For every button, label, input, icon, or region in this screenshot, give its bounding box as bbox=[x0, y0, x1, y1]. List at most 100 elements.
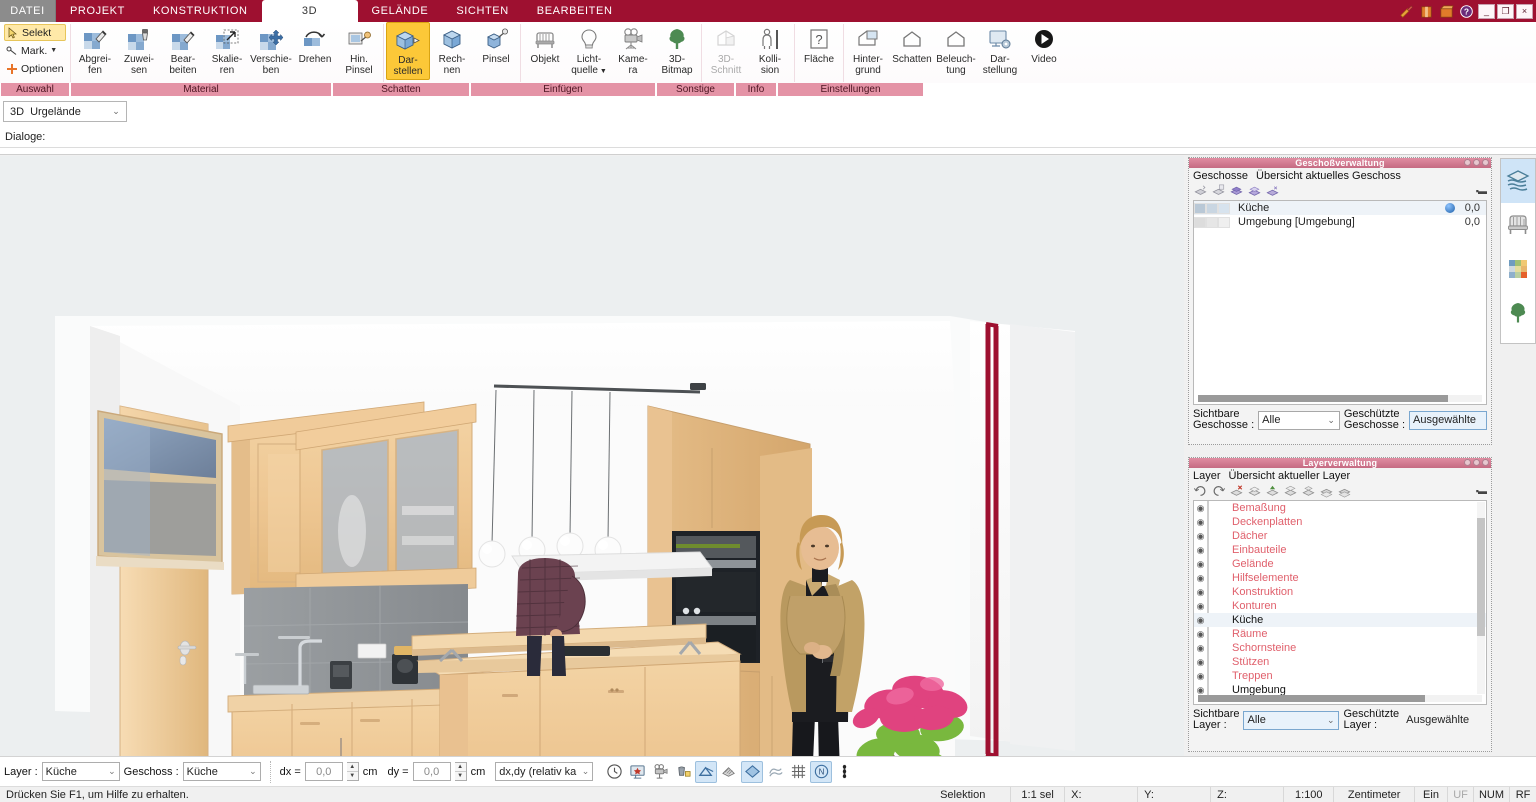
box-icon[interactable] bbox=[1439, 4, 1454, 19]
hatch-icon[interactable] bbox=[718, 761, 740, 783]
visibility-eye-icon[interactable]: ◉ bbox=[1194, 615, 1207, 626]
new-storey-icon[interactable] bbox=[1193, 184, 1208, 198]
ribbon-button-hintergrund[interactable]: Hinter-grund bbox=[846, 22, 890, 83]
lock-cell[interactable] bbox=[1207, 642, 1220, 654]
panel-menu-icon[interactable]: ▪▬ bbox=[1476, 486, 1486, 496]
visibility-eye-icon[interactable]: ◉ bbox=[1194, 643, 1207, 654]
ribbon-button-skalieren[interactable]: Skalie-ren bbox=[205, 22, 249, 83]
coordinate-mode-select[interactable]: dx,dy (relativ ka ⌄ bbox=[495, 762, 593, 781]
lock-cell[interactable] bbox=[1207, 516, 1220, 528]
redo-layer-icon[interactable] bbox=[1211, 484, 1226, 498]
ribbon-button-3d-bitmap[interactable]: 3D-Bitmap bbox=[655, 22, 699, 83]
ribbon-button-hin-pinsel[interactable]: Hin.Pinsel bbox=[337, 22, 381, 83]
close-button[interactable]: × bbox=[1516, 4, 1533, 19]
delete-layer-icon[interactable] bbox=[1229, 484, 1244, 498]
visibility-eye-icon[interactable]: ◉ bbox=[1194, 601, 1207, 612]
ribbon-button-kollision[interactable]: Kolli-sion bbox=[748, 22, 792, 83]
tools-icon[interactable] bbox=[1399, 4, 1414, 19]
panel-close-icon[interactable] bbox=[1482, 159, 1489, 166]
tab-3d[interactable]: 3D bbox=[262, 0, 358, 22]
visibility-eye-icon[interactable]: ◉ bbox=[1194, 657, 1207, 668]
sichtbare-geschosse-select[interactable]: Alle ⌄ bbox=[1258, 411, 1340, 430]
minimize-button[interactable]: _ bbox=[1478, 4, 1495, 19]
restore-button[interactable]: ❐ bbox=[1497, 4, 1514, 19]
layer-b-icon[interactable] bbox=[1265, 484, 1280, 498]
ribbon-button-video[interactable]: Video bbox=[1022, 22, 1066, 83]
geschoss-row-umgebung[interactable]: Umgebung [Umgebung] 0,0 bbox=[1194, 215, 1486, 229]
tab-datei[interactable]: DATEI bbox=[0, 0, 56, 22]
layer-row[interactable]: ◉Konturen bbox=[1194, 599, 1486, 613]
layer-row[interactable]: ◉Deckenplatten bbox=[1194, 515, 1486, 529]
chevron-down-icon[interactable]: ▼ bbox=[50, 47, 57, 54]
ribbon-button-beleuchtung[interactable]: Beleuch-tung bbox=[934, 22, 978, 83]
layer-row[interactable]: ◉Hilfselemente bbox=[1194, 571, 1486, 585]
camera-tool-icon[interactable] bbox=[649, 761, 671, 783]
lock-cell[interactable] bbox=[1207, 586, 1220, 598]
help-icon[interactable]: ? bbox=[1459, 4, 1474, 19]
undo-layer-icon[interactable] bbox=[1193, 484, 1208, 498]
ribbon-button-darstellen[interactable]: Dar-stellen bbox=[386, 22, 430, 80]
layer-d-icon[interactable] bbox=[1301, 484, 1316, 498]
layer-select[interactable]: Küche ⌄ bbox=[42, 762, 120, 781]
visibility-eye-icon[interactable]: ◉ bbox=[1194, 685, 1207, 696]
panel-pin-icon[interactable] bbox=[1464, 159, 1471, 166]
north-icon[interactable]: N bbox=[810, 761, 832, 783]
package-icon[interactable] bbox=[1419, 4, 1434, 19]
lock-cell[interactable] bbox=[1207, 530, 1220, 542]
paint-bucket-icon[interactable] bbox=[672, 761, 694, 783]
delete-storey-icon[interactable] bbox=[1265, 184, 1280, 198]
tab-bearbeiten[interactable]: BEARBEITEN bbox=[523, 0, 627, 22]
rail-button-materials[interactable] bbox=[1501, 247, 1535, 291]
grid-icon[interactable] bbox=[787, 761, 809, 783]
layer-list[interactable]: ◉Bemaßung ◉Deckenplatten ◉Dächer ◉Einbau… bbox=[1193, 500, 1487, 705]
mark-tool-button[interactable]: Mark. ▼ bbox=[4, 42, 66, 59]
panel-minimize-icon[interactable] bbox=[1473, 459, 1480, 466]
visibility-eye-icon[interactable]: ◉ bbox=[1194, 503, 1207, 514]
lock-cell[interactable] bbox=[1207, 600, 1220, 612]
curve-icon[interactable] bbox=[764, 761, 786, 783]
clock-icon[interactable] bbox=[603, 761, 625, 783]
geschoss-hscrollbar[interactable] bbox=[1198, 395, 1482, 402]
rail-button-layers[interactable] bbox=[1501, 159, 1535, 203]
geschuetzte-layer-value[interactable]: Ausgewählte bbox=[1403, 711, 1472, 730]
layer-row[interactable]: ◉Bemaßung bbox=[1194, 501, 1486, 515]
edit-storey-icon[interactable] bbox=[1229, 184, 1244, 198]
geschoss-row-kueche[interactable]: Küche 0,0 bbox=[1194, 201, 1486, 215]
visibility-eye-icon[interactable]: ◉ bbox=[1194, 545, 1207, 556]
panel-minimize-icon[interactable] bbox=[1473, 159, 1480, 166]
layer-row[interactable]: ◉Einbauteile bbox=[1194, 543, 1486, 557]
ribbon-button-bearbeiten[interactable]: Bear-beiten bbox=[161, 22, 205, 83]
ribbon-button-abgreifen[interactable]: Abgrei-fen bbox=[73, 22, 117, 83]
visibility-eye-icon[interactable]: ◉ bbox=[1194, 587, 1207, 598]
layer-a-icon[interactable] bbox=[1247, 484, 1262, 498]
panel-close-icon[interactable] bbox=[1482, 459, 1489, 466]
layer-e-icon[interactable] bbox=[1319, 484, 1334, 498]
3d-viewport[interactable] bbox=[0, 156, 1184, 756]
ribbon-button-zuweisen[interactable]: Zuwei-sen bbox=[117, 22, 161, 83]
visibility-eye-icon[interactable]: ◉ bbox=[1194, 573, 1207, 584]
visibility-eye-icon[interactable]: ◉ bbox=[1194, 531, 1207, 542]
layer-row[interactable]: ◉Stützen bbox=[1194, 655, 1486, 669]
dy-input[interactable]: 0,0 bbox=[413, 762, 451, 781]
copy-storey-icon[interactable] bbox=[1211, 184, 1226, 198]
lock-cell[interactable] bbox=[1207, 572, 1220, 584]
select-tool-button[interactable]: Selekt bbox=[4, 24, 66, 41]
angle-snap-icon[interactable] bbox=[695, 761, 717, 783]
layer-row[interactable]: ◉Konstruktion bbox=[1194, 585, 1486, 599]
ortho-snap-icon[interactable] bbox=[741, 761, 763, 783]
tab-konstruktion[interactable]: KONSTRUKTION bbox=[139, 0, 262, 22]
visibility-eye-icon[interactable]: ◉ bbox=[1194, 671, 1207, 682]
layer-row[interactable]: ◉Räume bbox=[1194, 627, 1486, 641]
terrain-mode-select[interactable]: 3D Urgelände ⌄ bbox=[3, 101, 127, 122]
panel-menu-icon[interactable]: ▪▬ bbox=[1476, 186, 1486, 196]
chevron-down-icon[interactable]: ⌄ bbox=[106, 106, 126, 117]
layer-row[interactable]: ◉Schornsteine bbox=[1194, 641, 1486, 655]
ribbon-button-objekt[interactable]: Objekt bbox=[523, 22, 567, 83]
ribbon-button-3d-schnitt[interactable]: 3D-Schnitt bbox=[704, 22, 748, 83]
ribbon-button-drehen[interactable]: Drehen bbox=[293, 22, 337, 83]
tab-gelaende[interactable]: GELÄNDE bbox=[358, 0, 443, 22]
monitor-icon[interactable] bbox=[626, 761, 648, 783]
tab-uebersicht-layer[interactable]: Übersicht aktueller Layer bbox=[1229, 470, 1351, 482]
lock-cell[interactable] bbox=[1207, 558, 1220, 570]
ribbon-button-pinsel[interactable]: Pinsel bbox=[474, 22, 518, 83]
